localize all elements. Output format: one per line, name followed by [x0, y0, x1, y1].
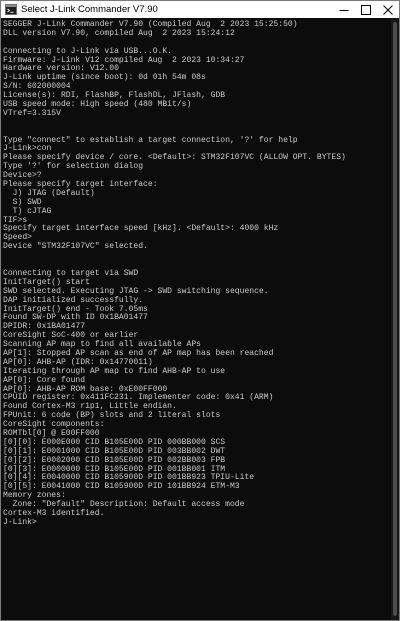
- console-line: DLL version V7.90, compiled Aug 2 2023 1…: [3, 28, 235, 38]
- console-output[interactable]: SEGGER J-Link Commander V7.90 (Compiled …: [1, 18, 391, 620]
- console-line: USB speed mode: High speed (480 MBit/s): [3, 100, 192, 110]
- console-line: J-Link>: [3, 517, 37, 527]
- maximize-button[interactable]: [355, 1, 377, 18]
- window-title: Select J-Link Commander V7.90: [21, 4, 158, 15]
- scrollbar-thumb[interactable]: [393, 22, 397, 616]
- console-line: Type "connect" to establish a target con…: [3, 135, 298, 145]
- vertical-scrollbar[interactable]: [391, 18, 399, 620]
- minimize-icon: [339, 9, 349, 11]
- console-line: J) JTAG (Default): [3, 188, 95, 198]
- console-line: Device "STM32F107VC" selected.: [3, 242, 148, 252]
- terminal-app-icon: [5, 4, 17, 15]
- console-line: VTref=3.315V: [3, 108, 61, 118]
- console-window: Select J-Link Commander V7.90 SEGGER J-L…: [0, 0, 400, 621]
- console-line: Specify target interface speed [kHz]. <D…: [3, 224, 279, 234]
- minimize-button[interactable]: [333, 1, 355, 18]
- console-line: S) SWD: [3, 197, 42, 207]
- console-line: Type '?' for selection dialog: [3, 162, 144, 172]
- close-icon: [383, 4, 393, 15]
- console-line: Cortex-M3 identified.: [3, 508, 105, 518]
- title-bar[interactable]: Select J-Link Commander V7.90: [1, 1, 399, 18]
- console-line: T) cJTAG: [3, 206, 52, 216]
- maximize-icon: [361, 4, 371, 15]
- close-button[interactable]: [377, 1, 399, 18]
